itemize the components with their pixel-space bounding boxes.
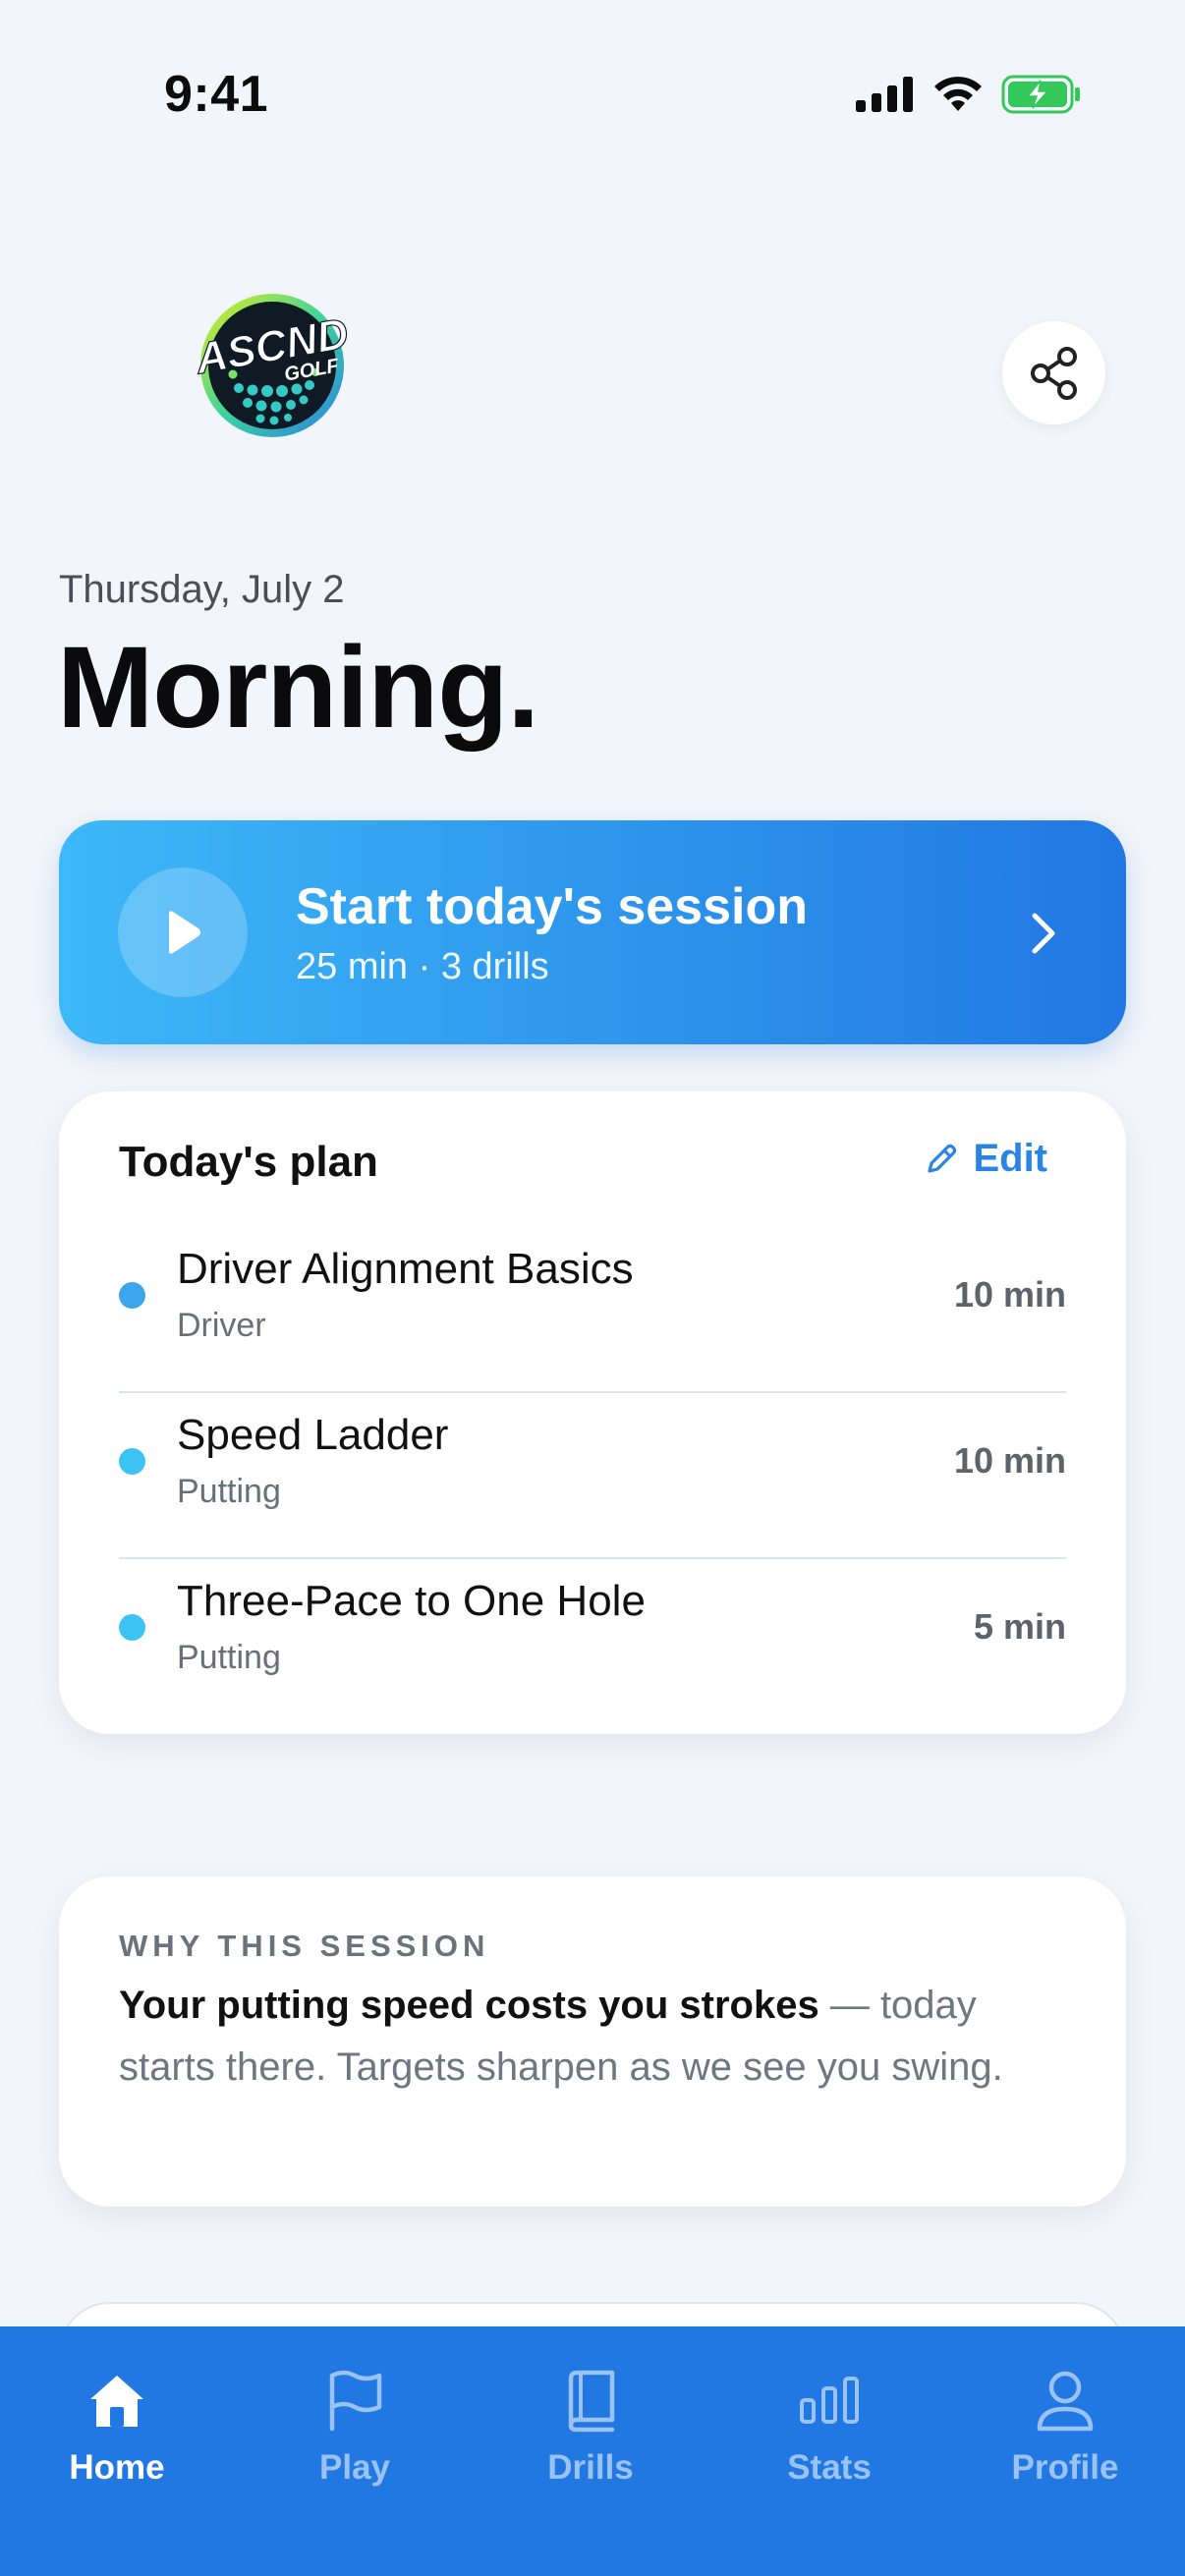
- drill-name: Speed Ladder: [177, 1411, 449, 1459]
- tab-stats-label: Stats: [787, 2448, 872, 2487]
- drill-duration: 10 min: [953, 1274, 1066, 1315]
- edit-label: Edit: [973, 1137, 1047, 1180]
- divider: [119, 1557, 1066, 1559]
- pencil-icon: [928, 1144, 957, 1173]
- edit-plan-button[interactable]: Edit: [924, 1137, 1047, 1181]
- why-session-card: WHY THIS SESSION Your putting speed cost…: [59, 1876, 1126, 2207]
- greeting-title: Morning.: [57, 623, 539, 753]
- tab-profile[interactable]: Profile: [982, 2366, 1149, 2503]
- drill-dot: [119, 1282, 145, 1309]
- tab-play[interactable]: Play: [271, 2366, 438, 2503]
- bar-chart-icon: [800, 2377, 859, 2424]
- drill-category: Putting: [177, 1473, 281, 1510]
- drill-duration: 5 min: [973, 1606, 1066, 1647]
- drill-category: Driver: [177, 1307, 266, 1344]
- tab-home-label: Home: [69, 2448, 165, 2487]
- start-session-button[interactable]: Start today's session 25 min · 3 drills: [59, 820, 1126, 1044]
- wifi-icon: [934, 77, 982, 111]
- tab-play-label: Play: [319, 2448, 390, 2487]
- tab-stats[interactable]: Stats: [746, 2366, 913, 2503]
- tab-drills-label: Drills: [547, 2448, 634, 2487]
- plan-title: Today's plan: [119, 1138, 378, 1186]
- todays-plan-card: Today's plan Edit Driver Alignment Basic…: [59, 1092, 1126, 1734]
- cellular-signal-icon: [856, 77, 913, 112]
- status-icons: [856, 75, 1082, 114]
- home-icon: [90, 2376, 143, 2427]
- drill-row[interactable]: Three-Pace to One Hole Putting 5 min: [119, 1560, 1066, 1725]
- book-icon: [568, 2370, 615, 2433]
- session-subtitle: 25 min · 3 drills: [296, 946, 549, 987]
- status-time: 9:41: [164, 66, 269, 123]
- chevron-right-icon: [1032, 913, 1055, 954]
- tab-home[interactable]: Home: [33, 2366, 200, 2503]
- play-circle: [118, 868, 248, 997]
- share-icon: [1030, 346, 1077, 400]
- drill-row[interactable]: Speed Ladder Putting 10 min: [119, 1394, 1066, 1559]
- drill-duration: 10 min: [953, 1440, 1066, 1481]
- divider: [119, 1391, 1066, 1393]
- share-button[interactable]: [1002, 321, 1105, 424]
- bottom-tab-bar: Home Play Drills Stats Profile: [0, 2326, 1185, 2576]
- session-title: Start today's session: [296, 878, 808, 935]
- drill-row[interactable]: Driver Alignment Basics Driver 10 min: [119, 1228, 1066, 1393]
- person-icon: [1037, 2371, 1094, 2432]
- drill-name: Three-Pace to One Hole: [177, 1577, 646, 1625]
- date-label: Thursday, July 2: [59, 568, 345, 611]
- drill-dot: [119, 1614, 145, 1641]
- drill-dot: [119, 1448, 145, 1475]
- flag-icon: [329, 2370, 382, 2432]
- home-screen: 9:41 ASCND GOLF Thursday, July 2 Morning…: [0, 0, 1185, 2576]
- why-text: Your putting speed costs you strokes — t…: [119, 1975, 1062, 2099]
- tab-drills[interactable]: Drills: [507, 2366, 674, 2503]
- play-icon: [169, 911, 200, 954]
- tab-profile-label: Profile: [1011, 2448, 1119, 2487]
- drill-category: Putting: [177, 1639, 281, 1676]
- battery-charging-icon: [1001, 75, 1080, 114]
- ascnd-golf-logo: ASCND GOLF: [194, 294, 353, 437]
- why-label: WHY THIS SESSION: [119, 1929, 490, 1963]
- why-text-bold: Your putting speed costs you strokes: [119, 1984, 819, 2027]
- drill-name: Driver Alignment Basics: [177, 1245, 634, 1293]
